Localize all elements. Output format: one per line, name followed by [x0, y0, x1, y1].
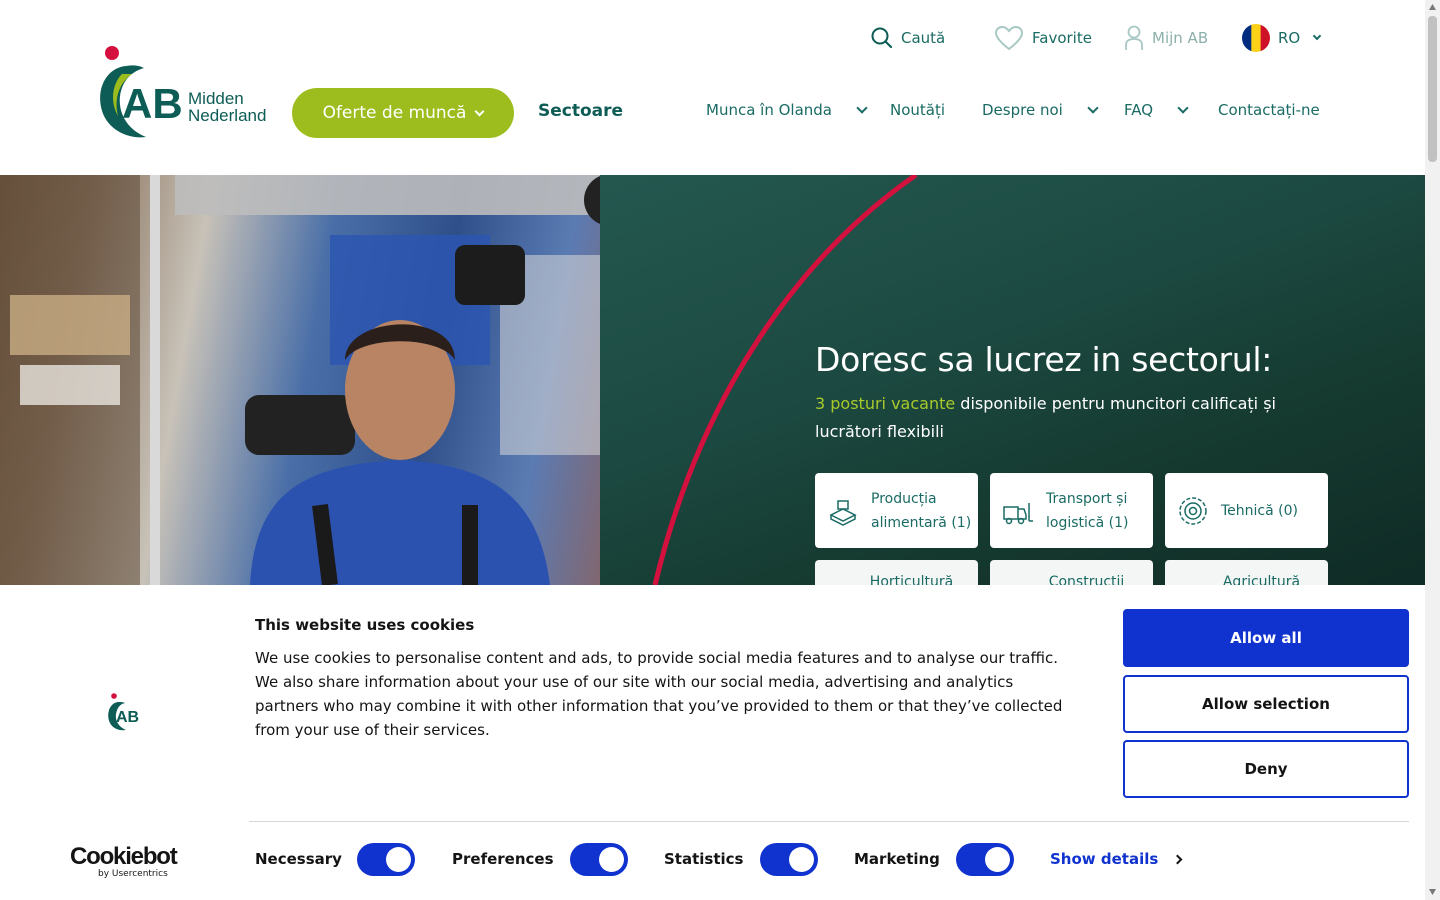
- nav-item-munca[interactable]: Munca în Olanda: [706, 101, 868, 119]
- chevron-down-icon[interactable]: [856, 101, 868, 114]
- language-label: RO: [1278, 29, 1301, 47]
- page: AB Midden Nederland Caută Favorite Mijn …: [0, 0, 1440, 900]
- nav-item-label: Munca în Olanda: [706, 101, 832, 119]
- sector-card-horticulture[interactable]: Horticultură: [815, 560, 978, 585]
- card-label-line-1: Transport și: [1046, 490, 1128, 507]
- nav-item-faq[interactable]: FAQ: [1124, 101, 1189, 119]
- allow-all-button[interactable]: Allow all: [1123, 609, 1409, 667]
- scroll-up-arrow-icon[interactable]: [1428, 3, 1437, 11]
- favorites-link[interactable]: Favorite: [994, 24, 1092, 52]
- language-selector[interactable]: RO: [1242, 24, 1322, 52]
- nav-item-label: Contactați-ne: [1218, 101, 1320, 119]
- card-label-line-2: alimentară (1): [871, 514, 972, 531]
- card-label-line-2: logistică (1): [1046, 514, 1129, 531]
- user-icon: [1125, 25, 1143, 50]
- toggle-statistics[interactable]: [760, 843, 818, 876]
- hero-subtitle: 3 posturi vacante disponibile pentru mun…: [815, 390, 1285, 446]
- jobs-button-label: Oferte de muncă: [322, 103, 467, 123]
- favorites-label: Favorite: [1032, 29, 1092, 47]
- card-label: Agricultură: [1222, 574, 1301, 585]
- chevron-down-icon[interactable]: [1177, 101, 1189, 114]
- sector-card-agriculture[interactable]: Agricultură: [1165, 560, 1328, 585]
- nav-item-despre[interactable]: Despre noi: [982, 101, 1099, 119]
- sector-card-construction[interactable]: Construcții: [990, 560, 1153, 585]
- nav-item-label: Noutăți: [890, 101, 946, 119]
- cookie-description: We use cookies to personalise content an…: [255, 649, 1063, 739]
- forklift-icon: [1003, 502, 1033, 524]
- vacancies-highlight-link[interactable]: 3 posturi vacante: [815, 394, 955, 413]
- card-label: Producția alimentară (1): [871, 487, 971, 535]
- card-label: Tehnică (0): [1221, 499, 1298, 523]
- scrollbar-thumb[interactable]: [1428, 16, 1437, 162]
- search-link[interactable]: Caută: [871, 24, 945, 52]
- toggle-necessary[interactable]: [357, 843, 415, 876]
- divider: [249, 821, 1409, 822]
- cookiebot-wordmark: Cookiebot: [70, 843, 178, 870]
- svg-text:AB: AB: [116, 709, 139, 726]
- banner-logo-icon: AB: [108, 693, 139, 731]
- logo[interactable]: AB Midden Nederland: [96, 44, 276, 144]
- svg-text:AB: AB: [122, 80, 183, 127]
- food-production-icon: [829, 499, 857, 526]
- cookiebot-subtitle: by Usercentrics: [98, 869, 168, 879]
- site-header: AB Midden Nederland Caută Favorite Mijn …: [0, 0, 1425, 175]
- account-link[interactable]: Mijn AB: [1124, 24, 1208, 52]
- toggle-preferences[interactable]: [570, 843, 628, 876]
- card-label: Transport și logistică (1): [1046, 487, 1128, 535]
- search-label: Caută: [901, 29, 946, 47]
- card-label-line-1: Producția: [871, 490, 937, 507]
- nav-item-label: Despre noi: [982, 101, 1063, 119]
- sector-card-transport[interactable]: Transport și logistică (1): [990, 473, 1153, 548]
- logo-line-2: Nederland: [188, 106, 267, 125]
- toggle-label-marketing: Marketing: [854, 850, 940, 868]
- heart-icon: [994, 25, 1024, 51]
- show-details-label: Show details: [1050, 850, 1159, 868]
- show-details-link[interactable]: Show details: [1050, 850, 1183, 868]
- toggle-label-preferences: Preferences: [452, 850, 554, 868]
- toggle-label-statistics: Statistics: [664, 850, 744, 868]
- chevron-down-icon: [474, 106, 485, 116]
- logo-wordmark: Midden Nederland: [188, 90, 266, 124]
- chevron-right-icon: [1172, 854, 1183, 864]
- toggle-marketing[interactable]: [956, 843, 1014, 876]
- search-icon: [871, 27, 893, 49]
- nav-item-label: FAQ: [1124, 101, 1154, 119]
- account-label: Mijn AB: [1152, 29, 1209, 47]
- deny-button[interactable]: Deny: [1123, 740, 1409, 798]
- nav-item-noutati[interactable]: Noutăți: [890, 101, 945, 119]
- scroll-down-arrow-icon[interactable]: [1428, 888, 1437, 896]
- gear-icon: [1179, 496, 1207, 525]
- sector-card-food-production[interactable]: Producția alimentară (1): [815, 473, 978, 548]
- nav-item-contact[interactable]: Contactați-ne: [1218, 101, 1320, 119]
- chevron-down-icon[interactable]: [1087, 101, 1099, 114]
- hero-title: Doresc sa lucrez in sectorul:: [815, 340, 1273, 379]
- sector-card-technical[interactable]: Tehnică (0): [1165, 473, 1328, 548]
- romania-flag-icon: [1242, 24, 1270, 52]
- chevron-down-icon: [1312, 31, 1322, 41]
- card-label-line-1: Tehnică (0): [1221, 502, 1298, 519]
- cookie-title: This website uses cookies: [255, 616, 475, 634]
- logo-line-1: Midden: [188, 89, 244, 108]
- card-label: Horticultură: [869, 574, 954, 585]
- nav-sectors[interactable]: Sectoare: [538, 101, 623, 121]
- cookiebot-logo: Cookiebot by Usercentrics: [70, 843, 178, 880]
- card-label: Construcții: [1048, 574, 1125, 585]
- allow-selection-button[interactable]: Allow selection: [1123, 675, 1409, 733]
- jobs-dropdown-button[interactable]: Oferte de muncă: [292, 88, 514, 138]
- toggle-label-necessary: Necessary: [255, 850, 342, 868]
